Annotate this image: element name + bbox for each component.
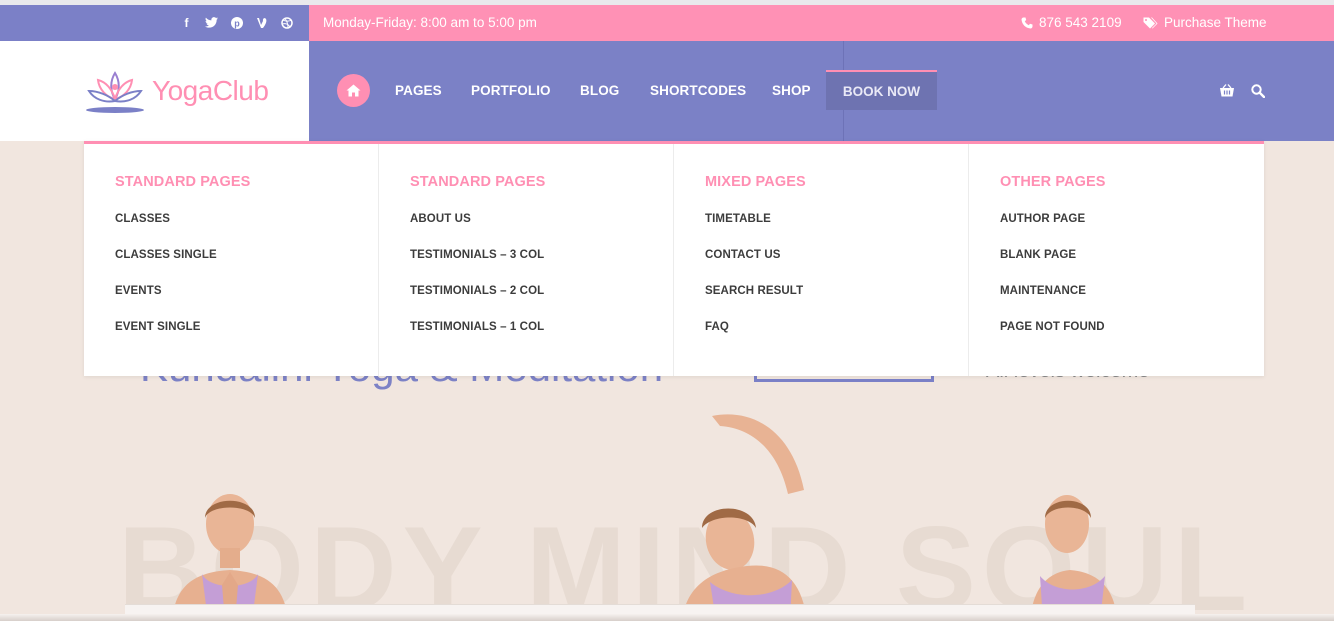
nav-shortcodes[interactable]: SHORTCODES — [650, 83, 746, 98]
topbar-info-area: Monday-Friday: 8:00 am to 5:00 pm 876 54… — [309, 5, 1334, 41]
business-hours: Monday-Friday: 8:00 am to 5:00 pm — [323, 15, 537, 30]
menu-item-testimonials-1-col[interactable]: TESTIMONIALS – 1 COL — [410, 320, 673, 356]
lotus-logo-icon — [86, 71, 144, 113]
yoga-person-left — [172, 494, 288, 621]
tags-icon — [1143, 17, 1158, 28]
column-title: OTHER PAGES — [1000, 174, 1106, 190]
pinterest-icon[interactable]: p — [228, 14, 245, 31]
nav-book-now[interactable]: BOOK NOW — [826, 70, 937, 110]
mega-menu-column: STANDARD PAGES CLASSES CLASSES SINGLE EV… — [84, 144, 379, 376]
menu-item-timetable[interactable]: TIMETABLE — [705, 212, 968, 248]
social-links: f p — [178, 14, 295, 31]
logo-area[interactable]: YogaClub — [0, 41, 309, 141]
search-icon[interactable] — [1251, 84, 1265, 98]
dribbble-icon[interactable] — [278, 14, 295, 31]
main-nav: PAGES PORTFOLIO BLOG SHORTCODES SHOP BOO… — [309, 41, 1334, 141]
yoga-person-center — [682, 414, 807, 621]
logo-text: YogaClub — [152, 75, 269, 106]
menu-item-testimonials-3-col[interactable]: TESTIMONIALS – 3 COL — [410, 248, 673, 284]
menu-item-classes-single[interactable]: CLASSES SINGLE — [115, 248, 378, 284]
column-title: MIXED PAGES — [705, 174, 806, 190]
vine-icon[interactable] — [253, 14, 270, 31]
topbar-social-area: f p — [0, 5, 309, 41]
phone-icon — [1021, 17, 1033, 28]
mega-menu-column: OTHER PAGES AUTHOR PAGE BLANK PAGE MAINT… — [969, 144, 1264, 376]
menu-item-search-result[interactable]: SEARCH RESULT — [705, 284, 968, 320]
facebook-icon[interactable]: f — [178, 14, 195, 31]
menu-item-blank-page[interactable]: BLANK PAGE — [1000, 248, 1264, 284]
home-button[interactable] — [337, 74, 370, 107]
purchase-theme-link[interactable]: Purchase Theme — [1143, 15, 1267, 30]
pages-mega-menu: STANDARD PAGES CLASSES CLASSES SINGLE EV… — [84, 141, 1264, 376]
menu-item-testimonials-2-col[interactable]: TESTIMONIALS – 2 COL — [410, 284, 673, 320]
menu-item-contact-us[interactable]: CONTACT US — [705, 248, 968, 284]
menu-item-author-page[interactable]: AUTHOR PAGE — [1000, 212, 1264, 248]
purchase-theme-label: Purchase Theme — [1164, 15, 1267, 30]
menu-item-event-single[interactable]: EVENT SINGLE — [115, 320, 378, 356]
yoga-person-right — [1030, 495, 1117, 621]
twitter-icon[interactable] — [203, 14, 220, 31]
home-icon — [346, 84, 361, 97]
nav-portfolio[interactable]: PORTFOLIO — [471, 83, 551, 98]
column-title: STANDARD PAGES — [115, 174, 251, 190]
bottom-strip — [0, 614, 1334, 621]
svg-text:p: p — [234, 18, 240, 28]
menu-item-page-not-found[interactable]: PAGE NOT FOUND — [1000, 320, 1264, 356]
mega-menu-column: MIXED PAGES TIMETABLE CONTACT US SEARCH … — [674, 144, 969, 376]
menu-item-about-us[interactable]: ABOUT US — [410, 212, 673, 248]
menu-item-classes[interactable]: CLASSES — [115, 212, 378, 248]
nav-blog[interactable]: BLOG — [580, 83, 619, 98]
phone-contact[interactable]: 876 543 2109 — [1021, 15, 1122, 30]
phone-number: 876 543 2109 — [1039, 15, 1122, 30]
cart-icon[interactable] — [1219, 84, 1235, 98]
menu-item-events[interactable]: EVENTS — [115, 284, 378, 320]
mega-menu-column: STANDARD PAGES ABOUT US TESTIMONIALS – 3… — [379, 144, 674, 376]
column-title: STANDARD PAGES — [410, 174, 546, 190]
nav-shop[interactable]: SHOP — [772, 83, 811, 98]
nav-pages[interactable]: PAGES — [395, 83, 442, 98]
menu-item-maintenance[interactable]: MAINTENANCE — [1000, 284, 1264, 320]
menu-item-faq[interactable]: FAQ — [705, 320, 968, 356]
